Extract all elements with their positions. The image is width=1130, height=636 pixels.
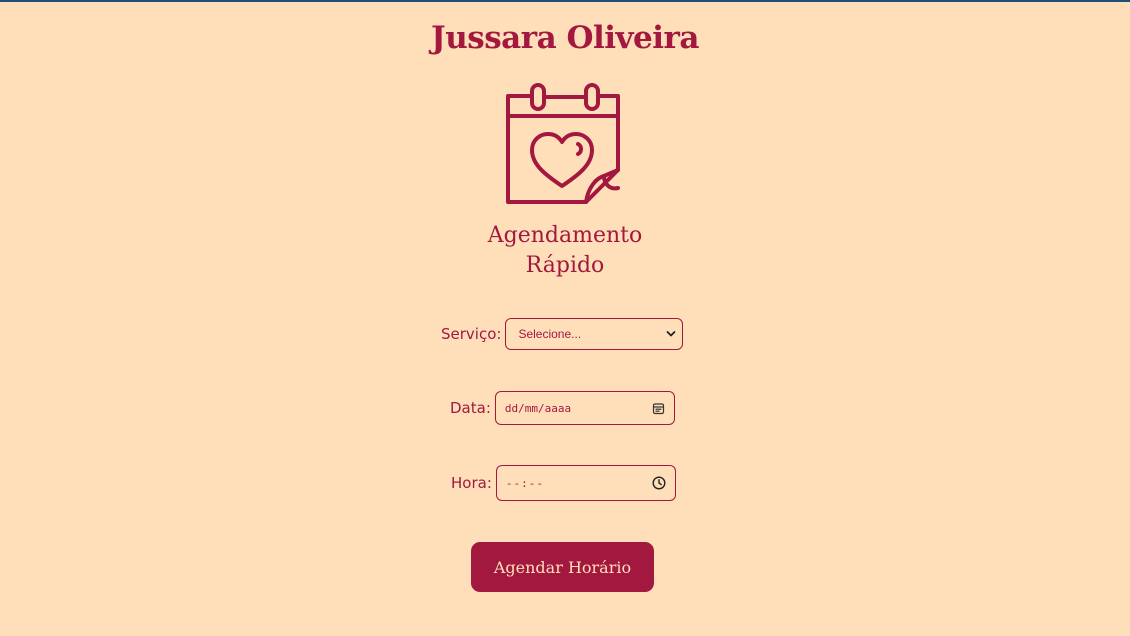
date-label: Data: xyxy=(450,399,491,417)
calendar-heart-icon xyxy=(500,80,626,208)
subtitle-line-2: Rápido xyxy=(525,253,605,278)
time-label: Hora: xyxy=(451,474,492,492)
time-row: Hora: --:-- xyxy=(451,465,676,501)
brand-title: Jussara Oliveira xyxy=(431,20,699,56)
subtitle-line-1: Agendamento xyxy=(487,223,643,248)
service-select[interactable]: Selecione... xyxy=(505,318,684,350)
top-border xyxy=(0,0,1130,2)
date-input[interactable]: dd/mm/aaaa xyxy=(494,391,675,425)
chevron-down-icon xyxy=(666,330,676,338)
service-row: Serviço: Selecione... xyxy=(441,318,684,350)
time-input[interactable]: --:-- xyxy=(495,465,676,501)
time-placeholder: --:-- xyxy=(505,476,544,490)
service-label: Serviço: xyxy=(441,325,502,343)
calendar-icon[interactable] xyxy=(652,402,665,415)
date-row: Data: dd/mm/aaaa xyxy=(450,391,675,425)
clock-icon[interactable] xyxy=(652,476,666,490)
page-subtitle: Agendamento Rápido xyxy=(0,221,1130,281)
schedule-button[interactable]: Agendar Horário xyxy=(471,542,654,592)
service-selected-value: Selecione... xyxy=(518,327,582,341)
date-placeholder: dd/mm/aaaa xyxy=(504,401,572,415)
